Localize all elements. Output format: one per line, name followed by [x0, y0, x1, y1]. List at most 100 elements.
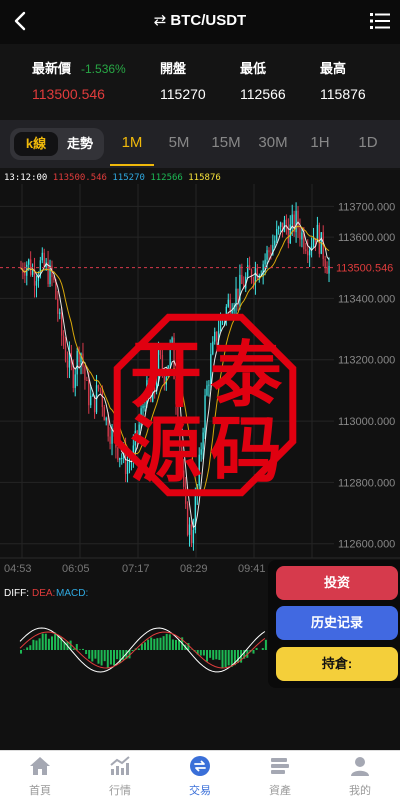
trade-icon — [190, 756, 210, 776]
candle-body — [326, 267, 328, 274]
candle-body — [192, 529, 195, 544]
latest-price-stat: 最新價 -1.536% 113500.546 — [32, 58, 126, 102]
macd-histogram-bar — [199, 650, 202, 656]
candle-body — [99, 388, 102, 390]
macd-histogram-bar — [57, 635, 60, 650]
candle-body — [307, 251, 309, 256]
candle-body — [295, 210, 297, 233]
nav-label-market: 行情 — [109, 785, 131, 797]
y-tick-label: 113200.000 — [338, 355, 395, 367]
candle-body — [43, 252, 45, 267]
page-title[interactable]: ⇄ BTC/USDT — [0, 11, 400, 29]
macd-histogram-bar — [252, 650, 255, 654]
chart-tabs: k線 走勢 1M 5M 15M 30M 1H 1D — [0, 120, 400, 168]
candle-body — [301, 232, 303, 240]
macd-histogram-bar — [113, 650, 115, 666]
y-tick-label: 113000.000 — [338, 416, 395, 428]
macd-histogram-bar — [159, 637, 162, 650]
macd-histogram-bar — [82, 648, 84, 650]
candle-body — [277, 226, 280, 230]
macd-histogram-bar — [54, 632, 57, 650]
candle-body — [28, 259, 30, 265]
candle-body — [57, 299, 59, 314]
candle-body — [206, 385, 208, 396]
top-bar: ⇄ BTC/USDT — [0, 0, 400, 44]
macd-histogram-bar — [88, 650, 91, 659]
tab-1h[interactable]: 1H — [300, 134, 340, 151]
candle-body — [248, 265, 251, 270]
x-tick-label: 06:05 — [62, 563, 90, 575]
menu-list-icon[interactable] — [370, 12, 390, 30]
nav-label-assets: 資產 — [269, 785, 291, 797]
low-stat: 最低 112566 — [240, 58, 286, 102]
y-tick-label: 113700.000 — [338, 201, 395, 213]
macd-histogram-bar — [224, 650, 227, 668]
candle-body — [74, 374, 76, 388]
candle-body — [90, 395, 92, 406]
candle-body — [279, 222, 282, 227]
macd-histogram-bar — [156, 638, 159, 650]
nav-item-home[interactable]: 首頁 — [10, 755, 70, 798]
latest-price-value: 113500.546 — [32, 86, 105, 102]
open-value: 115270 — [160, 86, 206, 102]
nav-item-market[interactable]: 行情 — [90, 755, 150, 798]
candle-body — [97, 385, 100, 389]
macd-histogram-bar — [255, 647, 258, 650]
candle-body — [126, 462, 129, 475]
x-tick-label: 04:53 — [4, 563, 32, 575]
nav-label-trade: 交易 — [189, 785, 211, 797]
macd-histogram-bar — [212, 650, 215, 660]
candle-body — [312, 238, 315, 247]
candle-body — [204, 395, 206, 433]
last-price-label: 113500.546 — [336, 263, 393, 275]
macd-histogram-bar — [116, 650, 119, 660]
latest-price-label: 最新價 — [32, 61, 72, 76]
candle-body — [35, 280, 38, 286]
pair-name[interactable]: BTC/USDT — [170, 12, 246, 29]
tab-1m[interactable]: 1M — [112, 134, 152, 151]
invest-button[interactable]: 投资 — [276, 566, 398, 600]
y-tick-label: 112800.000 — [338, 477, 395, 489]
nav-item-assets[interactable]: 資產 — [250, 755, 310, 798]
tab-15m[interactable]: 15M — [206, 134, 246, 151]
ohlc-time: 13:12:00 — [4, 173, 48, 183]
macd-histogram-bar — [109, 650, 112, 665]
tab-trend[interactable]: 走勢 — [60, 132, 100, 156]
history-button[interactable]: 历史记录 — [276, 606, 398, 640]
macd-histogram-bar — [100, 650, 103, 666]
candle-body — [202, 432, 204, 450]
candle-body — [256, 268, 259, 279]
watermark-char: 开 — [130, 332, 202, 417]
macd-histogram-bar — [20, 650, 22, 654]
macd-histogram-bar — [38, 638, 41, 650]
candle-body — [64, 345, 67, 361]
macd-histogram-bar — [206, 650, 208, 662]
macd-histogram-bar — [32, 639, 35, 650]
macd-histogram-bar — [41, 633, 44, 650]
macd-histogram-bar — [35, 640, 38, 650]
macd-histogram-bar — [91, 650, 94, 662]
position-button[interactable]: 持倉: — [276, 647, 398, 681]
tab-5m[interactable]: 5M — [159, 134, 199, 151]
tab-kline[interactable]: k線 — [14, 132, 58, 156]
chart-mode-switch: k線 走勢 — [10, 128, 104, 160]
macd-histogram-bar — [202, 650, 205, 656]
nav-item-profile[interactable]: 我的 — [330, 755, 390, 798]
candle-body — [117, 447, 119, 460]
tab-30m[interactable]: 30M — [253, 134, 293, 151]
ohlc-high: 115876 — [188, 173, 221, 183]
high-stat: 最高 115876 — [320, 58, 366, 102]
candle-body — [186, 503, 189, 535]
macd-histogram-bar — [209, 650, 212, 658]
swap-icon[interactable]: ⇄ — [154, 12, 167, 29]
nav-item-trade[interactable]: 交易 — [170, 755, 230, 798]
macd-histogram-bar — [103, 650, 106, 662]
candle-body — [276, 229, 278, 241]
ohlc-readout: 13:12:00 113500.546 115270 112566 115876 — [4, 173, 221, 183]
macd-legend-label: DIFF: — [4, 588, 29, 599]
candle-body — [190, 524, 193, 544]
watermark-char: 源 — [130, 407, 202, 492]
tab-1d[interactable]: 1D — [348, 134, 388, 151]
macd-histogram-bar — [94, 650, 97, 659]
macd-histogram-bar — [237, 650, 239, 663]
